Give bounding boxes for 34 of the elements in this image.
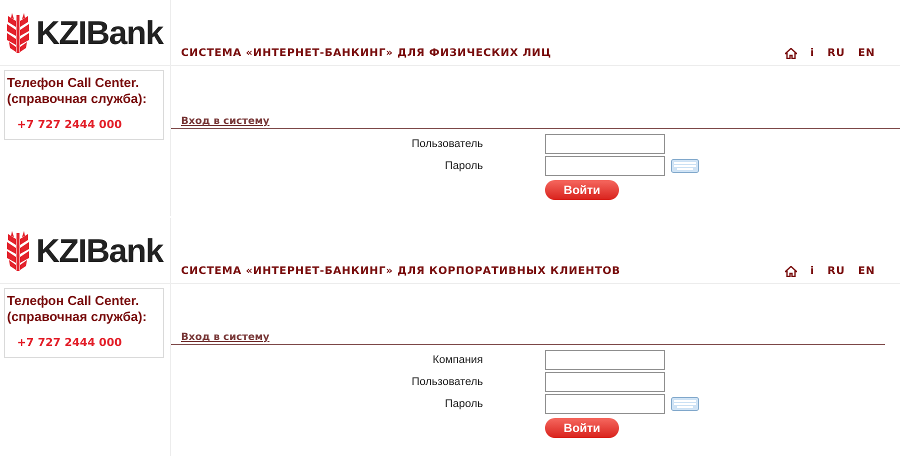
nav-link[interactable]: EN <box>858 265 875 277</box>
wheat-logo-icon <box>6 230 30 270</box>
contact-title: Телефон Call Center. (справочная служба): <box>7 293 148 325</box>
nav-link[interactable]: EN <box>858 47 875 59</box>
contact-title: Телефон Call Center. (справочная служба): <box>7 75 148 107</box>
field-label: Пользователь <box>410 138 483 150</box>
login-button[interactable]: Войти <box>545 418 619 438</box>
phone-number: +7 727 2444 000 <box>17 118 123 131</box>
keyboard-icon[interactable] <box>671 159 699 173</box>
field-label: Пароль <box>444 160 483 172</box>
logo-text: KZIBank <box>36 232 163 270</box>
nav-link[interactable]: i <box>810 265 814 277</box>
keyboard-icon[interactable] <box>671 397 699 411</box>
field-label: Пользователь <box>410 376 483 388</box>
nav-link[interactable]: RU <box>827 47 846 59</box>
section-heading: Вход в систему <box>171 116 900 129</box>
input-field[interactable] <box>545 350 665 370</box>
home-icon[interactable] <box>785 266 798 276</box>
login-button[interactable]: Войти <box>545 180 619 200</box>
input-field[interactable] <box>545 372 665 392</box>
nav-link[interactable]: i <box>810 47 814 59</box>
input-field[interactable] <box>545 134 665 154</box>
home-icon[interactable] <box>785 48 798 58</box>
wheat-logo-icon <box>6 12 30 52</box>
logo-text: KZIBank <box>36 14 163 52</box>
nav-link[interactable]: RU <box>827 265 846 277</box>
input-field[interactable] <box>545 394 665 414</box>
section-heading: Вход в систему <box>171 332 885 345</box>
page-title: СИСТЕМА «ИНТЕРНЕТ-БАНКИНГ» ДЛЯ КОРПОРАТИВНЫХ КЛИЕНТОВ <box>181 265 622 277</box>
page-title: СИСТЕМА «ИНТЕРНЕТ-БАНКИНГ» ДЛЯ ФИЗИЧЕСКИХ ЛИЦ <box>181 47 552 59</box>
phone-number: +7 727 2444 000 <box>17 336 123 349</box>
field-label: Компания <box>432 354 483 366</box>
input-field[interactable] <box>545 156 665 176</box>
field-label: Пароль <box>444 398 483 410</box>
